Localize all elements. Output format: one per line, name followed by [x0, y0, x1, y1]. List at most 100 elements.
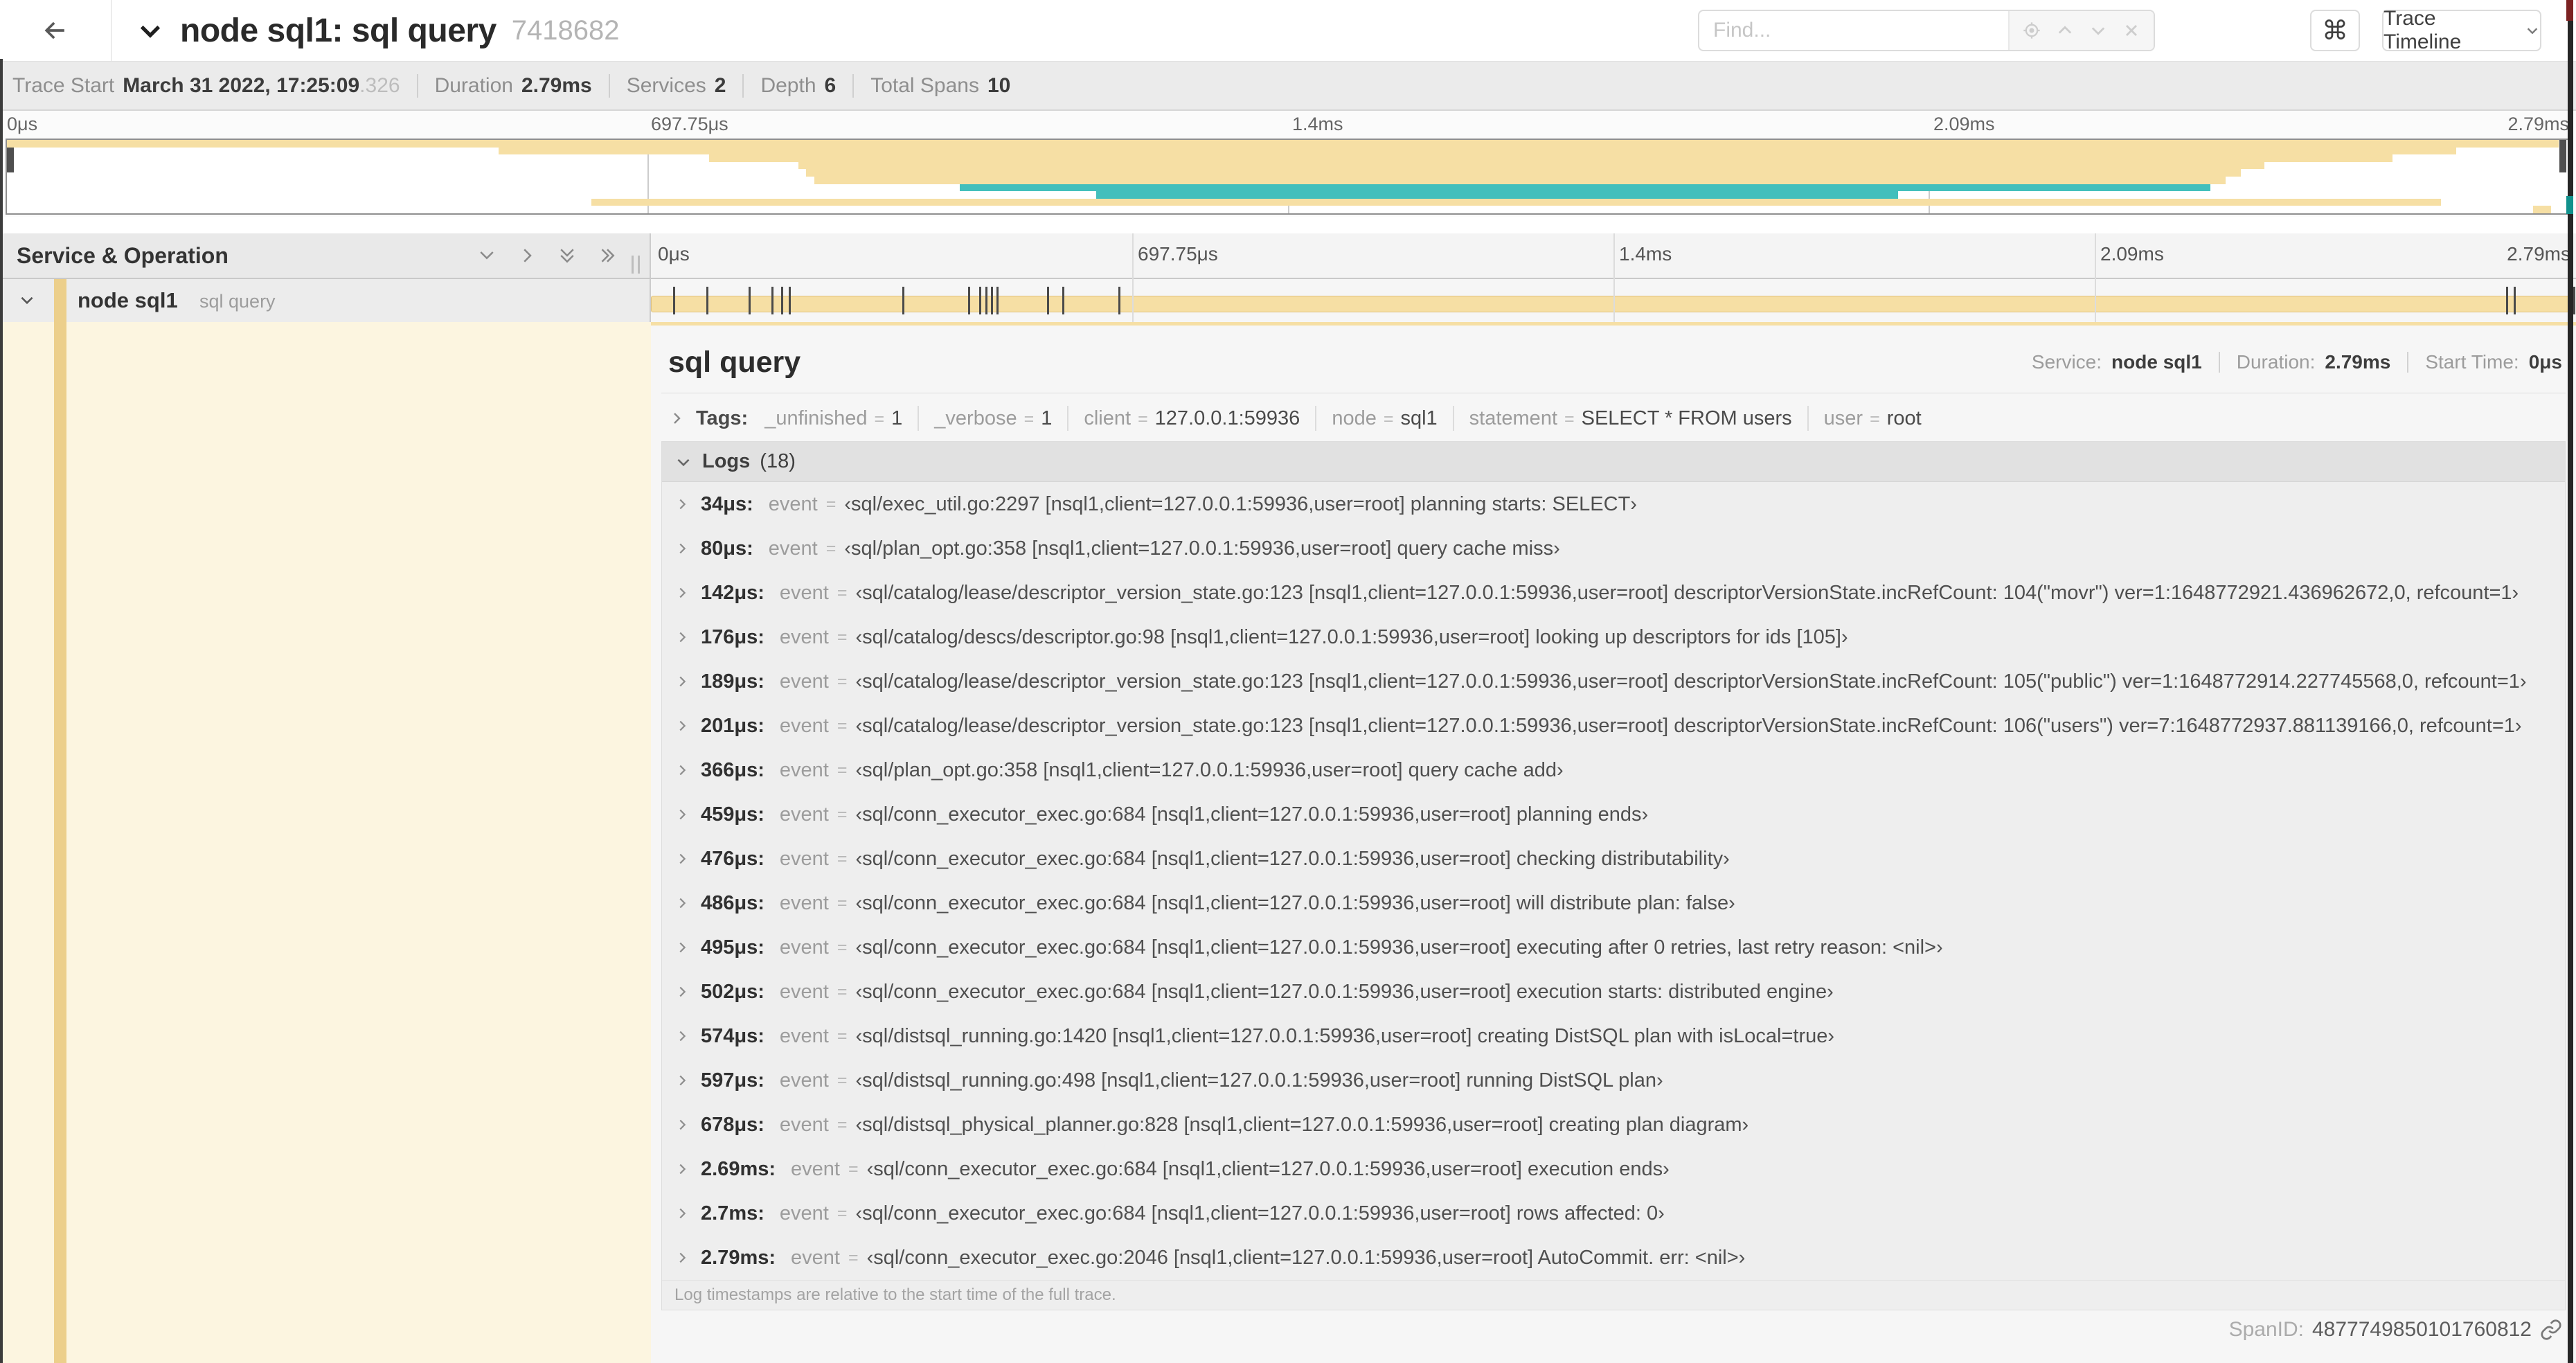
- chevron-right-icon: [674, 851, 690, 866]
- log-row[interactable]: 495μs: event = ‹sql/conn_executor_exec.go:6…: [662, 925, 2565, 970]
- log-timestamp: 189μs:: [701, 670, 764, 693]
- trace-view-selector[interactable]: Trace Timeline: [2382, 7, 2541, 53]
- log-row[interactable]: 597μs: event = ‹sql/distsql_running.go:498 …: [662, 1058, 2565, 1103]
- minimap-span-bar: [1095, 191, 1898, 199]
- ruler-tick-label: 0μs: [658, 243, 690, 265]
- equals-sign: =: [837, 1114, 848, 1134]
- log-row[interactable]: 486μs: event = ‹sql/conn_executor_exec.go:6…: [662, 881, 2565, 925]
- logs-header[interactable]: Logs (18): [662, 442, 2565, 482]
- minimap-canvas[interactable]: [6, 139, 2570, 215]
- log-row[interactable]: 34μs: event = ‹sql/exec_util.go:2297 [nsql1…: [662, 482, 2565, 526]
- span-row[interactable]: node sql1 sql query: [0, 279, 2576, 322]
- expand-one-icon[interactable]: [517, 245, 537, 266]
- chevron-right-icon: [674, 674, 690, 689]
- log-row[interactable]: 176μs: event = ‹sql/catalog/descs/descripto…: [662, 615, 2565, 659]
- log-row[interactable]: 574μs: event = ‹sql/distsql_running.go:1420…: [662, 1014, 2565, 1058]
- chevron-down-icon[interactable]: [136, 16, 165, 45]
- scrollbar-track-edge[interactable]: [2568, 21, 2573, 1363]
- log-field-value: ‹sql/conn_executor_exec.go:2046 [nsql1,c…: [866, 1246, 1746, 1269]
- log-row[interactable]: 142μs: event = ‹sql/catalog/lease/descripto…: [662, 571, 2565, 615]
- log-row[interactable]: 2.79ms: event = ‹sql/conn_executor_exec.go:…: [662, 1236, 2565, 1280]
- trace-meta-bar: Trace Start March 31 2022, 17:25:09.326 Du…: [0, 61, 2576, 111]
- log-row[interactable]: 678μs: event = ‹sql/distsql_physical_planne…: [662, 1103, 2565, 1147]
- close-icon[interactable]: [2122, 21, 2141, 40]
- meta-label: Duration: [434, 73, 513, 97]
- column-resizer-grip[interactable]: [632, 256, 640, 274]
- span-detail-panel: sql query Service: node sql1 Duration: 2…: [651, 322, 2576, 1363]
- log-row[interactable]: 459μs: event = ‹sql/conn_executor_exec.go:6…: [662, 792, 2565, 837]
- log-field-value: ‹sql/distsql_running.go:1420 [nsql1,clie…: [855, 1024, 1835, 1047]
- minimap-span-bar: [7, 140, 2559, 148]
- chevron-right-icon: [674, 1028, 690, 1044]
- chevron-down-icon: [674, 453, 692, 471]
- log-field-key: event: [779, 936, 829, 959]
- chevron-down-icon[interactable]: [2088, 21, 2108, 40]
- log-field-value: ‹sql/catalog/descs/descriptor.go:98 [nsq…: [855, 625, 1848, 648]
- chevron-up-icon[interactable]: [2055, 21, 2075, 40]
- collapse-all-icon[interactable]: [557, 245, 578, 266]
- log-row[interactable]: 80μs: event = ‹sql/plan_opt.go:358 [nsql1,c…: [662, 526, 2565, 571]
- span-duration-bar[interactable]: [651, 296, 2573, 312]
- back-button[interactable]: [0, 0, 112, 61]
- chevron-right-icon: [674, 630, 690, 645]
- log-event-tick: [1046, 287, 1049, 314]
- log-row[interactable]: 366μs: event = ‹sql/plan_opt.go:358 [nsql1,…: [662, 748, 2565, 792]
- minimap-right-scrubber-handle[interactable]: [2559, 140, 2566, 172]
- ruler-tick-label: 1.4ms: [1619, 243, 1672, 265]
- span-name-cell[interactable]: node sql1 sql query: [0, 279, 651, 322]
- log-timestamp: 502μs:: [701, 980, 764, 1003]
- chevron-right-icon: [674, 1073, 690, 1088]
- locate-icon[interactable]: [2022, 21, 2041, 40]
- find-icon-group: [2008, 11, 2154, 50]
- expand-all-icon[interactable]: [597, 245, 618, 266]
- log-row[interactable]: 502μs: event = ‹sql/conn_executor_exec.go:6…: [662, 970, 2565, 1014]
- meta-value: 2: [714, 73, 726, 97]
- tag-value: root: [1886, 407, 1922, 429]
- detail-operation-title: sql query: [668, 346, 801, 379]
- chevron-right-icon[interactable]: [668, 410, 685, 427]
- meta-suffix: .326: [359, 73, 400, 97]
- tag-item: _unfinished = 1: [764, 407, 902, 430]
- keyboard-shortcuts-button[interactable]: ⌘: [2310, 10, 2360, 51]
- service-label: Service:: [2031, 351, 2102, 373]
- equals-sign: =: [837, 760, 848, 780]
- link-icon[interactable]: [2540, 1319, 2562, 1341]
- log-event-tick: [1062, 287, 1064, 314]
- log-field-key: event: [779, 670, 829, 693]
- meta-value: March 31 2022, 17:25:09: [123, 73, 360, 97]
- minimap-span-bar: [708, 154, 2392, 162]
- log-timestamp: 678μs:: [701, 1113, 764, 1136]
- window-right-edge-teal: [2566, 196, 2573, 214]
- chevron-right-icon: [674, 940, 690, 955]
- log-row[interactable]: 476μs: event = ‹sql/conn_executor_exec.go:6…: [662, 837, 2565, 881]
- equals-sign: =: [1023, 409, 1035, 429]
- log-event-tick: [967, 287, 970, 314]
- log-timestamp: 176μs:: [701, 625, 764, 648]
- timeline-minimap: 0μs 697.75μs 1.4ms 2.09ms 2.79ms: [0, 111, 2576, 217]
- log-row[interactable]: 2.7ms: event = ‹sql/conn_executor_exec.go:6…: [662, 1191, 2565, 1236]
- collapse-one-icon[interactable]: [476, 245, 497, 266]
- tags-label[interactable]: Tags:: [696, 407, 748, 430]
- log-row[interactable]: 2.69ms: event = ‹sql/conn_executor_exec.go:…: [662, 1147, 2565, 1191]
- equals-sign: =: [837, 1070, 848, 1090]
- log-row[interactable]: 189μs: event = ‹sql/catalog/lease/descripto…: [662, 659, 2565, 704]
- timeline-gridline: [1613, 279, 1615, 322]
- meta-value: 10: [987, 73, 1011, 97]
- find-input[interactable]: [1699, 11, 2008, 50]
- timeline-gridline: [1132, 279, 1134, 322]
- log-field-key: event: [791, 1246, 840, 1269]
- chevron-down-icon[interactable]: [18, 291, 36, 309]
- log-field-value: ‹sql/conn_executor_exec.go:684 [nsql1,cl…: [855, 1202, 1665, 1224]
- equals-sign: =: [837, 627, 848, 647]
- meta-value: 2.79ms: [521, 73, 592, 97]
- log-row[interactable]: 201μs: event = ‹sql/catalog/lease/descripto…: [662, 704, 2565, 748]
- service-value: node sql1: [2111, 351, 2202, 373]
- meta-item: Services 2: [627, 74, 726, 98]
- minimap-span-bar: [806, 169, 2242, 177]
- log-field-value: ‹sql/conn_executor_exec.go:684 [nsql1,cl…: [866, 1157, 1670, 1180]
- tag-item: node = sql1: [1332, 407, 1437, 430]
- chevron-right-icon: [674, 807, 690, 822]
- log-event-tick: [979, 287, 982, 314]
- chevron-down-icon: [2525, 23, 2540, 38]
- span-id-label: SpanID:: [2228, 1318, 2304, 1341]
